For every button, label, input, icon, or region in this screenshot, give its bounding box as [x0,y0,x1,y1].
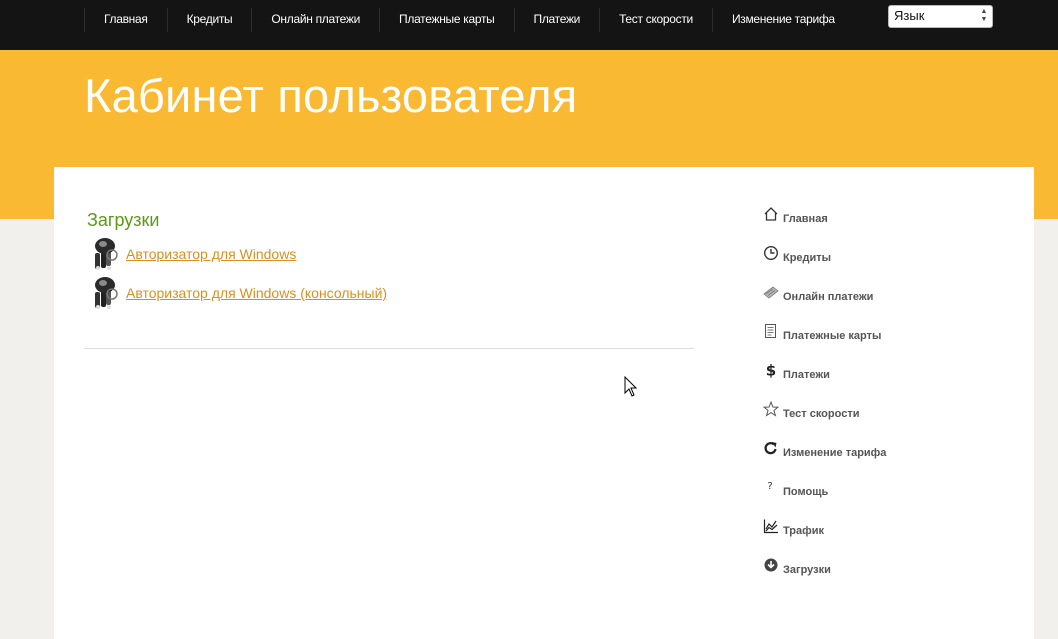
download-item: Авторизатор для Windows [90,237,296,271]
topnav-item-credits[interactable]: Кредиты [166,8,252,32]
sidebar-item-label: Платежи [783,369,830,381]
sidebar-item-help[interactable]: ? Помощь [763,479,828,499]
payment-card-icon [763,284,781,304]
topnav-item-speed-test[interactable]: Тест скорости [599,8,712,32]
topnav-item-payments[interactable]: Платежи [513,8,600,32]
sidebar-item-online-payments[interactable]: Онлайн платежи [763,284,873,304]
topnav-item-home[interactable]: Главная [84,8,167,32]
dollar-icon: $ [763,362,781,382]
sidebar-item-credits[interactable]: Кредиты [763,245,831,265]
sidebar-item-label: Трафик [783,525,825,537]
sidebar-item-payment-cards[interactable]: Платежные карты [763,323,881,343]
language-select[interactable]: Язык ▲ ▼ [888,5,993,28]
sidebar-item-home[interactable]: Главная [763,206,828,226]
question-icon: ? [763,479,781,499]
star-icon [763,401,781,421]
svg-text:$: $ [766,362,776,378]
sidebar-item-label: Главная [783,213,828,225]
sidebar-item-label: Платежные карты [783,330,882,342]
refresh-icon [763,440,781,460]
sidebar-item-label: Загрузки [783,564,831,576]
top-nav: Главная Кредиты Онлайн платежи Платежные… [84,8,854,32]
sidebar-item-change-tariff[interactable]: Изменение тарифа [763,440,886,460]
page-title: Кабинет пользователя [84,69,578,122]
sidebar-item-traffic[interactable]: Трафик [763,518,824,538]
sidebar-item-label: Кредиты [783,252,832,264]
topnav-item-change-tariff[interactable]: Изменение тарифа [711,8,854,32]
document-icon [763,323,781,343]
sidebar-item-label: Онлайн платежи [783,291,874,303]
download-link-windows-authorizer[interactable]: Авторизатор для Windows [126,246,296,262]
svg-text:?: ? [767,481,772,492]
topnav-item-online-payments[interactable]: Онлайн платежи [251,8,379,32]
sidebar-item-label: Помощь [783,486,829,498]
keys-icon [95,238,118,270]
mouse-cursor-icon [624,376,638,397]
download-icon [763,557,781,577]
chart-icon [763,518,781,538]
sidebar-item-downloads[interactable]: Загрузки [763,557,831,577]
clock-icon [763,245,781,265]
sidebar-item-payments[interactable]: $ Платежи [763,362,830,382]
downloads-section-title: Загрузки [87,210,160,230]
sidebar-item-label: Изменение тарифа [783,447,887,459]
language-select-value: Язык [894,8,925,23]
top-navigation-bar: Главная Кредиты Онлайн платежи Платежные… [0,0,1058,50]
download-item: Авторизатор для Windows (консольный) [90,276,387,310]
content-divider [84,348,694,349]
download-link-windows-authorizer-console[interactable]: Авторизатор для Windows (консольный) [126,285,387,301]
home-icon [763,206,781,226]
sidebar-item-label: Тест скорости [783,408,860,420]
select-arrows-icon: ▲ ▼ [980,8,988,23]
sidebar-item-speed-test[interactable]: Тест скорости [763,401,859,421]
keys-icon [95,277,118,309]
topnav-item-payment-cards[interactable]: Платежные карты [379,8,513,32]
